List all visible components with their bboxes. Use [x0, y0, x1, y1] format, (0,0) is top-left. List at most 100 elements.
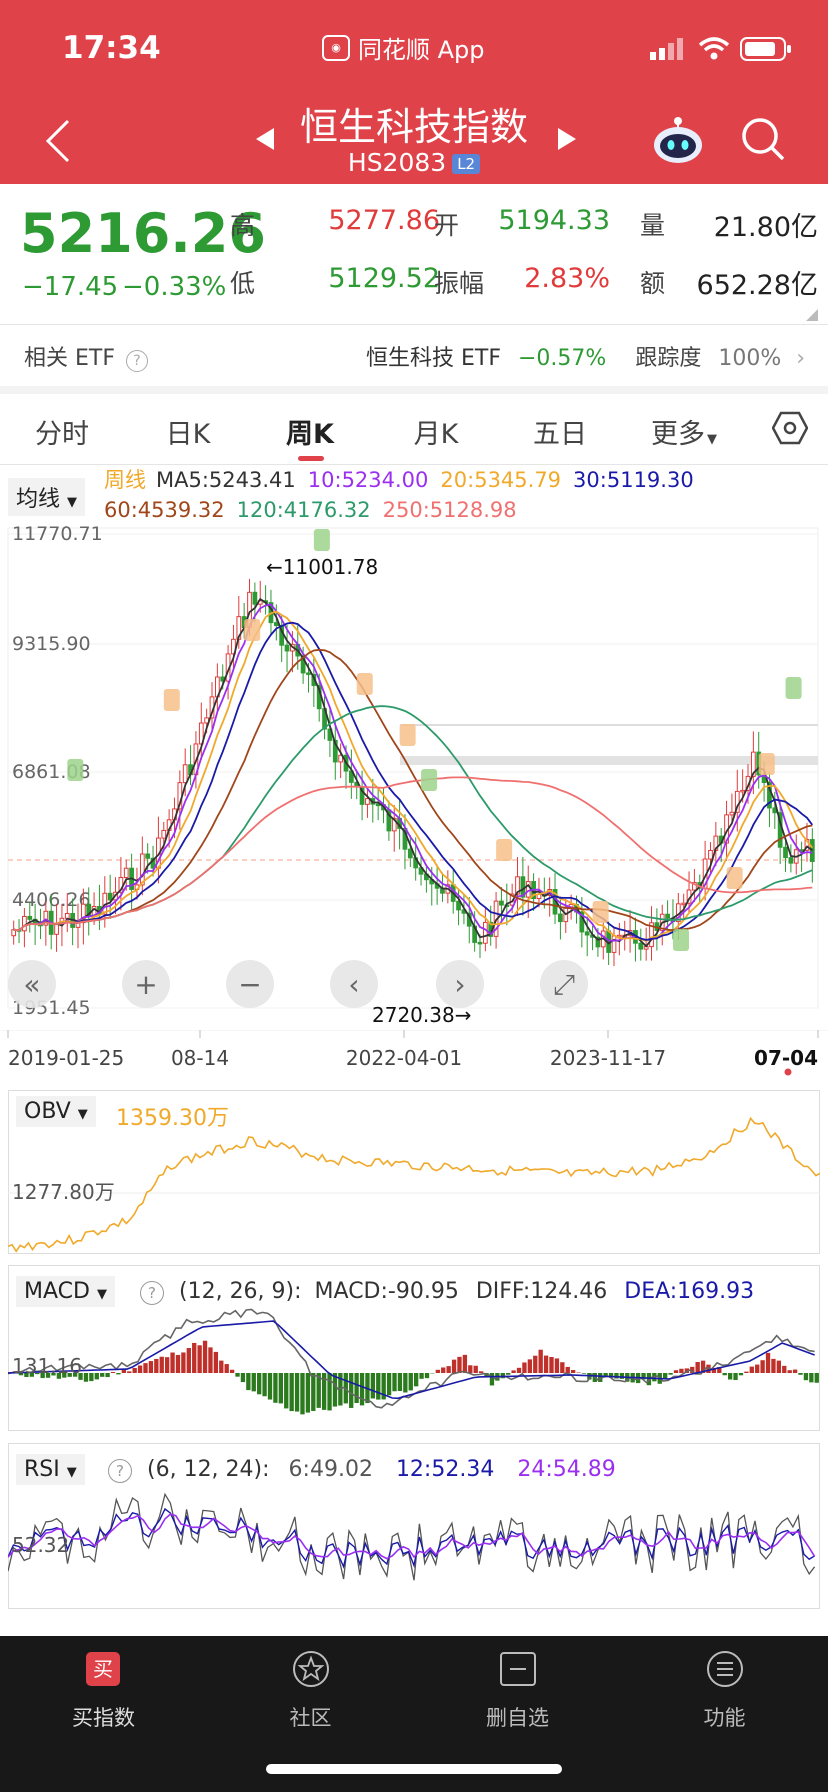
tab-label: 更多: [651, 419, 705, 450]
signal-marker: [244, 619, 261, 641]
rsi-dropdown[interactable]: RSI ▼: [16, 1454, 85, 1485]
macd-bar: [798, 1373, 803, 1375]
macd-bar: [522, 1362, 527, 1373]
macd-bar: [208, 1347, 213, 1373]
ma-legend-item: 10:5234.00: [307, 468, 429, 492]
obv-axis-label: 1277.80万: [12, 1180, 115, 1204]
price-change: −17.45: [22, 272, 119, 302]
macd-bar: [668, 1373, 673, 1375]
macd-bar: [738, 1373, 744, 1376]
macd-bar: [105, 1373, 110, 1378]
macd-bar: [300, 1373, 305, 1415]
ma-legend-item: 120:4176.32: [236, 498, 371, 522]
active-tab-indicator: [298, 456, 324, 461]
status-app-label: 同花顺 App: [358, 36, 485, 64]
macd-bar: [727, 1373, 733, 1380]
tab-community-label: 社区: [289, 1706, 332, 1730]
zoom-minus-icon[interactable]: −: [226, 960, 274, 1008]
signal-marker: [163, 689, 180, 711]
macd-bar: [246, 1373, 251, 1391]
index-code-text: HS2083: [347, 148, 447, 177]
home-indicator[interactable]: [266, 1764, 562, 1774]
menu-icon: [706, 1650, 744, 1692]
help-icon[interactable]: ?: [126, 350, 148, 372]
tab-2[interactable]: 周K: [270, 412, 350, 451]
macd-bar: [614, 1373, 619, 1379]
search-icon[interactable]: [738, 114, 788, 164]
macd-bar: [116, 1373, 121, 1375]
corner-triangle-icon: [806, 306, 818, 325]
tab-5[interactable]: 更多 ▼: [644, 412, 724, 451]
ma-legend-item: 250:5128.98: [382, 498, 517, 522]
caret-down-icon: ▼: [77, 1107, 88, 1122]
svg-text:+: +: [134, 968, 157, 1001]
fullscreen-icon[interactable]: ⤢: [540, 960, 588, 1008]
quote-field-value: 2.83%: [524, 263, 610, 294]
svg-text:‹: ‹: [348, 968, 359, 1001]
macd-bar: [154, 1358, 159, 1373]
zoom-out-all-icon[interactable]: «: [8, 960, 56, 1008]
macd-bar: [792, 1369, 798, 1373]
macd-bar: [100, 1373, 105, 1377]
ma-dropdown[interactable]: 均线 ▼: [8, 478, 86, 516]
tab-label: 月K: [413, 419, 459, 450]
signal-marker: [496, 839, 513, 861]
help-icon[interactable]: ?: [140, 1281, 164, 1305]
tab-3[interactable]: 月K: [396, 412, 476, 451]
macd-bar: [679, 1368, 684, 1373]
etf-name: 恒生科技 ETF: [366, 346, 501, 371]
zoom-in-icon[interactable]: +: [122, 960, 170, 1008]
macd-bar: [349, 1373, 354, 1408]
x-tick-label: 2023-11-17: [550, 1046, 666, 1070]
macd-dropdown-label: MACD: [24, 1279, 90, 1304]
macd-bar: [809, 1373, 814, 1383]
macd-bar: [392, 1373, 397, 1392]
tab-0[interactable]: 分时: [22, 412, 102, 451]
macd-bar: [127, 1371, 132, 1373]
rsi-dropdown-label: RSI: [24, 1457, 60, 1482]
svg-text:«: «: [23, 968, 40, 1001]
x-tick-label: 2022-04-01: [346, 1046, 462, 1070]
macd-bar: [219, 1360, 224, 1373]
macd-bar: [186, 1348, 191, 1373]
signal-marker: [592, 901, 609, 923]
settings-hex-icon[interactable]: [770, 408, 810, 448]
macd-bar: [159, 1356, 164, 1373]
macd-dropdown[interactable]: MACD ▼: [16, 1276, 115, 1307]
pan-left-icon[interactable]: ‹: [330, 960, 378, 1008]
macd-bar: [89, 1373, 94, 1382]
macd-bar: [110, 1371, 116, 1373]
y-tick-label: 9315.90: [12, 633, 91, 655]
macd-axis-label: 131.16: [12, 1354, 82, 1378]
current-dot: [784, 1068, 792, 1076]
related-etf-text: 相关 ETF: [24, 346, 115, 371]
tab-1[interactable]: 日K: [148, 412, 228, 451]
quote-field-label: 低: [230, 269, 256, 298]
battery-icon: [740, 36, 792, 66]
quote-field-value: 5129.52: [328, 263, 440, 294]
rsi-axis-label: 52.32: [12, 1533, 70, 1557]
help-icon[interactable]: ?: [108, 1459, 132, 1483]
macd-bar: [397, 1373, 403, 1392]
macd-bar: [749, 1366, 754, 1373]
macd-bar: [327, 1373, 332, 1411]
macd-bar: [224, 1364, 229, 1373]
macd-bar: [500, 1373, 505, 1379]
macd-bar: [370, 1373, 376, 1399]
related-etf-label[interactable]: 相关 ETF ?: [24, 340, 148, 372]
pan-right-icon[interactable]: ›: [436, 960, 484, 1008]
robot-assistant-icon[interactable]: [650, 112, 706, 168]
next-index-icon[interactable]: [552, 124, 582, 154]
obv-dropdown[interactable]: OBV ▼: [16, 1096, 96, 1127]
macd-bar: [294, 1373, 300, 1412]
section-gap: [0, 386, 828, 394]
kline-chart[interactable]: 11770.719315.906861.084406.261951.45←110…: [0, 520, 828, 1038]
macd-bar: [468, 1365, 473, 1373]
macd-bar: [181, 1352, 186, 1373]
etf-link[interactable]: 恒生科技 ETF −0.57% 跟踪度 100% ›: [366, 340, 805, 372]
macd-bar: [765, 1352, 771, 1373]
x-tick-label: 2019-01-25: [8, 1046, 124, 1070]
tab-4[interactable]: 五日: [520, 412, 600, 451]
macd-bar: [733, 1373, 738, 1381]
tab-remove-watchlist-label: 删自选: [486, 1706, 549, 1730]
